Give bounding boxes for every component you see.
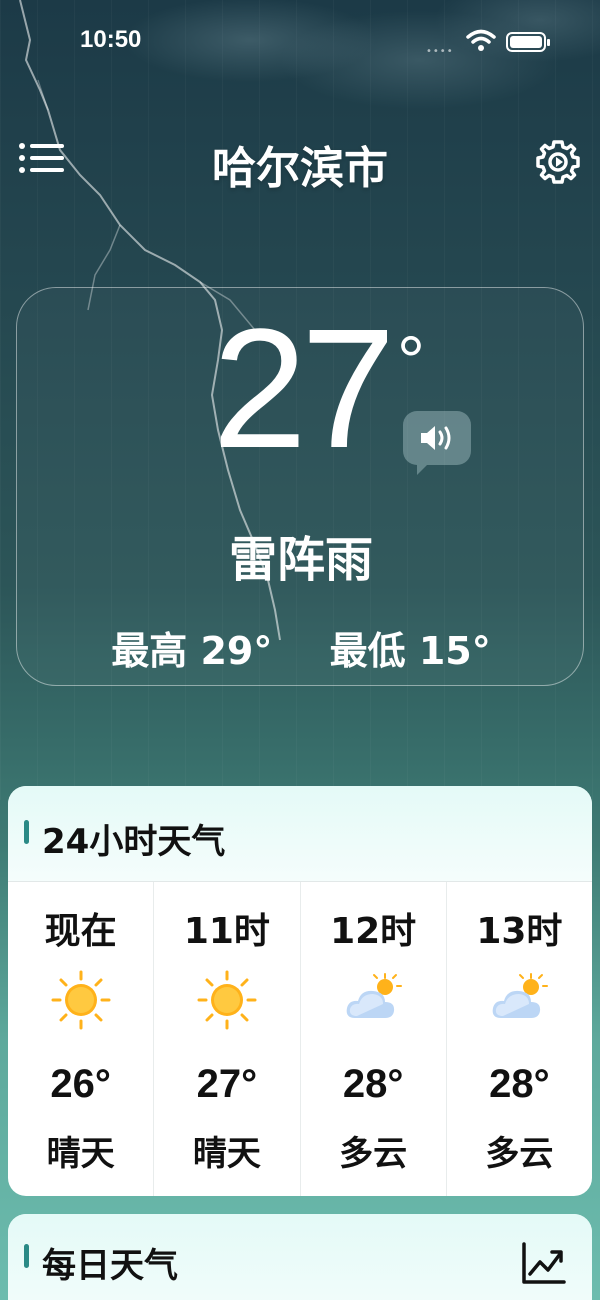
partly-cloudy-icon xyxy=(301,970,446,1030)
hour-temp: 28° xyxy=(489,1062,550,1106)
daily-forecast-title: 每日天气 xyxy=(42,1246,178,1286)
signal-icon: •••• xyxy=(426,46,454,57)
speaker-icon xyxy=(421,426,451,450)
daily-forecast-card: 每日天气 xyxy=(8,1214,592,1300)
hour-item: 13时 28° 多云 xyxy=(447,882,592,1196)
status-time: 10:50 xyxy=(80,26,142,53)
hour-temp: 27° xyxy=(196,1062,258,1106)
current-condition: 雷阵雨 xyxy=(228,532,373,588)
hourly-forecast-list[interactable]: 现在 26° 晴天 11时 27° 晴天 12时 28° 多云 13时 28° … xyxy=(8,882,592,1196)
high-temp: 最高 29° xyxy=(111,629,273,673)
battery-icon xyxy=(506,32,550,52)
hourly-forecast-title: 24小时天气 xyxy=(42,822,226,862)
settings-gear-icon[interactable] xyxy=(534,138,582,186)
hour-label: 11时 xyxy=(183,911,270,952)
status-bar: 10:50 •••• xyxy=(0,0,600,82)
app-header: 哈尔滨市 xyxy=(0,120,600,200)
title-accent-bar xyxy=(24,1244,29,1268)
hour-condition: 多云 xyxy=(485,1134,554,1174)
hour-condition: 晴天 xyxy=(46,1134,115,1174)
high-low-temps: 最高 29° 最低 15° xyxy=(17,620,585,675)
city-title[interactable]: 哈尔滨市 xyxy=(0,132,600,196)
trend-chart-icon[interactable] xyxy=(518,1238,568,1288)
current-temperature: 27 xyxy=(212,294,395,484)
title-accent-bar xyxy=(24,820,29,844)
hourly-forecast-header: 24小时天气 xyxy=(8,786,592,882)
hourly-forecast-card: 24小时天气 现在 26° 晴天 11时 27° 晴天 12时 28° 多云 1… xyxy=(8,786,592,1196)
hour-temp: 26° xyxy=(50,1062,111,1106)
hour-condition: 多云 xyxy=(339,1134,408,1174)
voice-broadcast-button[interactable] xyxy=(403,411,471,475)
hour-label: 13时 xyxy=(476,911,563,952)
degree-symbol: ° xyxy=(397,322,425,400)
sun-icon xyxy=(154,970,299,1030)
partly-cloudy-icon xyxy=(447,970,592,1030)
hour-temp: 28° xyxy=(342,1062,404,1106)
wifi-icon xyxy=(466,29,496,51)
low-temp: 最低 15° xyxy=(329,629,491,673)
hour-label: 现在 xyxy=(44,911,117,952)
hour-item: 12时 28° 多云 xyxy=(301,882,447,1196)
hour-item: 11时 27° 晴天 xyxy=(154,882,301,1196)
hour-condition: 晴天 xyxy=(192,1134,261,1174)
hour-item: 现在 26° 晴天 xyxy=(8,882,155,1196)
sun-icon xyxy=(8,970,153,1030)
daily-forecast-header: 每日天气 xyxy=(8,1214,592,1300)
hour-label: 12时 xyxy=(330,911,417,952)
current-weather-card: 27 ° 雷阵雨 最高 29° 最低 15° xyxy=(16,287,584,686)
